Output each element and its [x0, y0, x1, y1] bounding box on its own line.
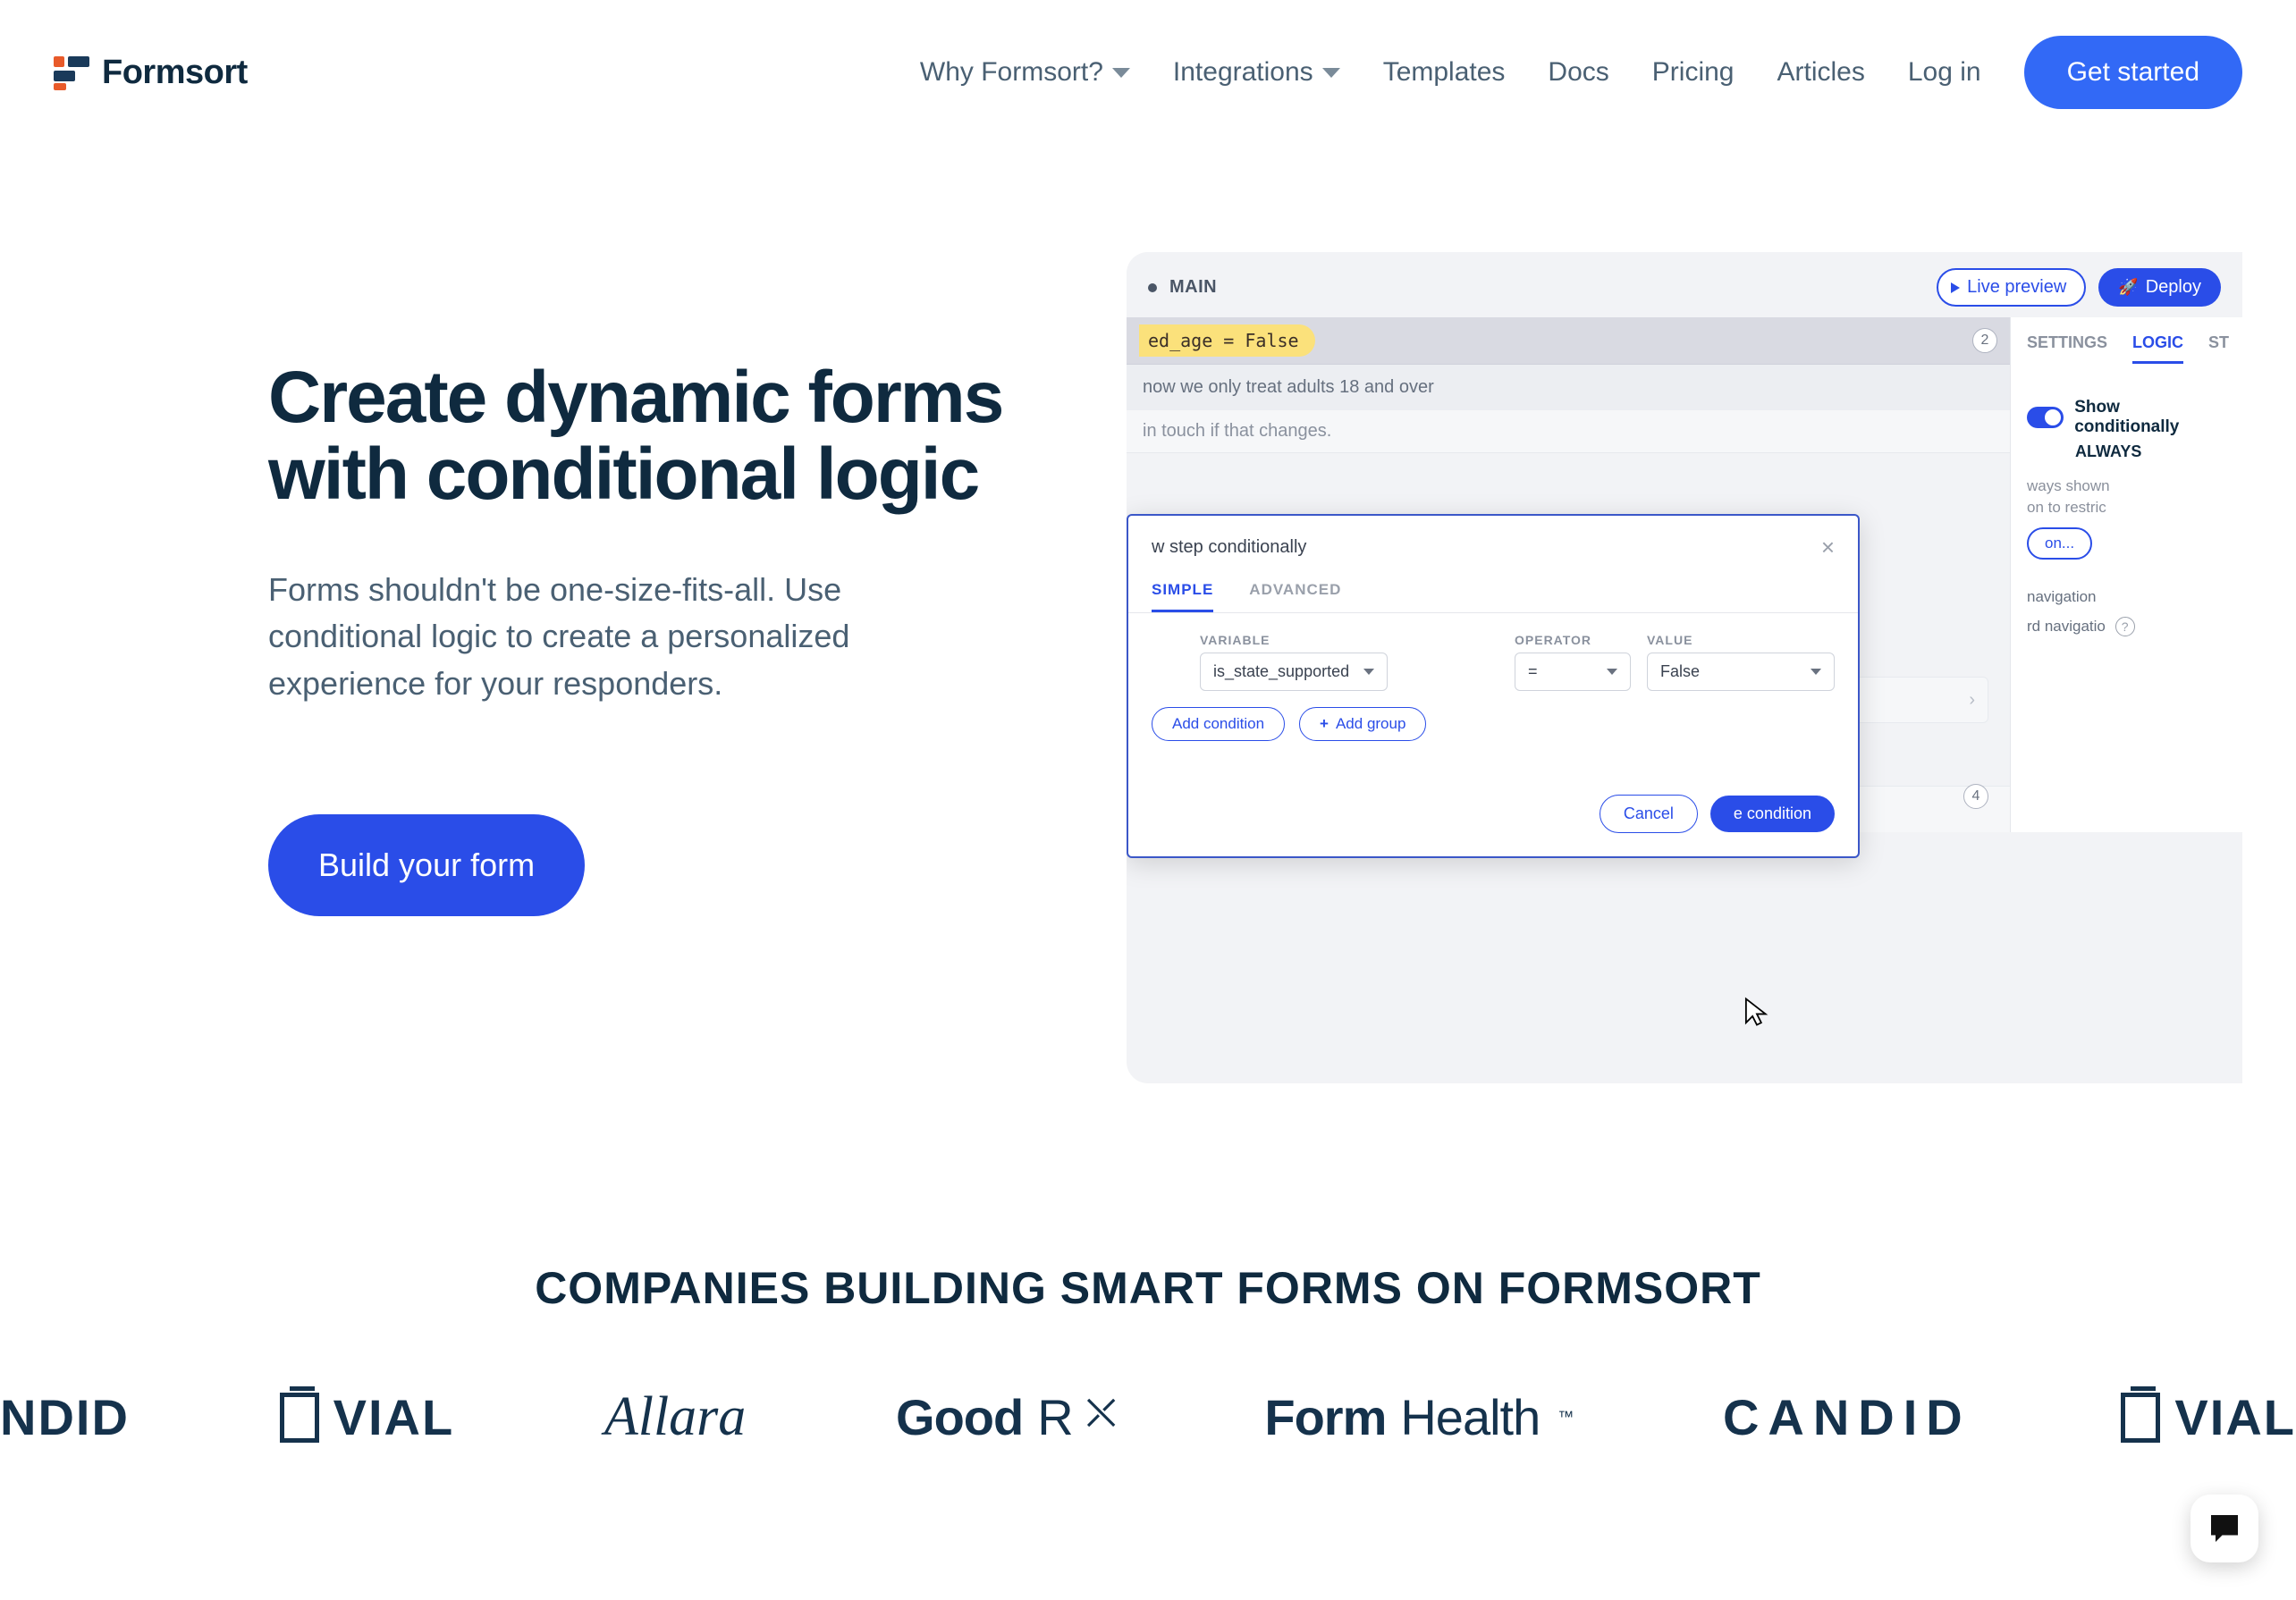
operator-label: OPERATOR: [1515, 633, 1631, 647]
play-icon: [1951, 282, 1960, 293]
hero-screenshot: MAIN Live preview 🚀 Deploy ed_ag: [1127, 252, 2242, 1083]
nav-integrations[interactable]: Integrations: [1173, 57, 1340, 88]
side-note: ways shown on to restric: [2027, 476, 2226, 518]
step-count-badge: 2: [1972, 328, 1997, 353]
value-label: VALUE: [1647, 633, 1835, 647]
plus-icon: +: [1320, 715, 1329, 733]
logo-strip: NDID VIAL Allara GoodR⤬ FormHealth™ CAND…: [0, 1314, 2296, 1449]
mock-topbar: MAIN Live preview 🚀 Deploy: [1127, 252, 2242, 317]
live-preview-button[interactable]: Live preview: [1937, 268, 2086, 307]
deploy-button[interactable]: 🚀 Deploy: [2098, 268, 2221, 307]
hero-section: Create dynamic forms with conditional lo…: [0, 145, 2296, 1137]
variable-label: VARIABLE: [1200, 633, 1498, 647]
chevron-down-icon: [1811, 669, 1821, 675]
mock-main-panel: ed_age = False 2 now we only treat adult…: [1127, 317, 2010, 832]
tab-logic[interactable]: LOGIC: [2132, 333, 2183, 364]
chevron-down-icon: [1607, 669, 1617, 675]
nav-label: Why Formsort?: [920, 57, 1103, 88]
chevron-right-icon: ›: [1969, 690, 1975, 711]
faint-text: in touch if that changes.: [1127, 410, 2010, 453]
chat-icon: [2207, 1511, 2242, 1546]
select-value: is_state_supported: [1213, 662, 1349, 681]
nav-label: Integrations: [1173, 57, 1313, 88]
show-conditionally-toggle[interactable]: [2027, 407, 2064, 428]
company-logo-candid-partial: NDID: [0, 1388, 130, 1446]
live-preview-label: Live preview: [1967, 277, 2066, 298]
brand-name: Formsort: [102, 54, 248, 92]
cursor-icon: [1743, 997, 1770, 1027]
side-nav-item: navigation: [2027, 583, 2226, 611]
operator-select[interactable]: =: [1515, 653, 1631, 691]
site-header: Formsort Why Formsort? Integrations Temp…: [0, 0, 2296, 145]
chevron-down-icon: [1322, 68, 1340, 78]
companies-section: COMPANIES BUILDING SMART FORMS ON FORMSO…: [0, 1137, 2296, 1449]
company-logo-allara: Allara: [604, 1385, 746, 1449]
tab-advanced[interactable]: ADVANCED: [1249, 581, 1341, 612]
mock-breadcrumb: MAIN: [1148, 277, 1217, 298]
company-logo-formhealth: FormHealth™: [1264, 1388, 1573, 1446]
step-count-badge: 4: [1963, 784, 1988, 809]
value-select[interactable]: False: [1647, 653, 1835, 691]
main-nav: Why Formsort? Integrations Templates Doc…: [920, 36, 2242, 109]
chevron-down-icon: [1112, 68, 1130, 78]
build-form-button[interactable]: Build your form: [268, 814, 585, 916]
nav-articles[interactable]: Articles: [1777, 57, 1864, 88]
side-chip[interactable]: on...: [2027, 527, 2092, 560]
save-condition-button[interactable]: e condition: [1710, 796, 1835, 832]
rx-icon: ⤬: [1087, 1394, 1115, 1434]
vial-box-icon: [2121, 1393, 2160, 1443]
help-icon[interactable]: ?: [2115, 617, 2135, 636]
hero-description: Forms shouldn't be one-size-fits-all. Us…: [268, 567, 1001, 707]
side-nav-item: rd navigatio ?: [2027, 611, 2226, 642]
add-condition-button[interactable]: Add condition: [1152, 707, 1285, 741]
tab-simple[interactable]: SIMPLE: [1152, 581, 1213, 612]
select-value: =: [1528, 662, 1538, 681]
hero-copy: Create dynamic forms with conditional lo…: [268, 252, 1073, 916]
hero-title: Create dynamic forms with conditional lo…: [268, 359, 1073, 513]
get-started-button[interactable]: Get started: [2024, 36, 2242, 109]
chip-label: Add group: [1336, 715, 1405, 733]
add-group-button[interactable]: + Add group: [1299, 707, 1426, 741]
nav-login[interactable]: Log in: [1908, 57, 1981, 88]
tab-st[interactable]: ST: [2208, 333, 2229, 364]
always-label: ALWAYS: [2075, 442, 2226, 461]
toggle-label: Show conditionally: [2074, 398, 2226, 437]
logic-chip: ed_age = False: [1139, 324, 1315, 357]
deploy-label: Deploy: [2146, 277, 2201, 298]
main-label: MAIN: [1169, 277, 1217, 298]
close-icon[interactable]: ×: [1821, 534, 1835, 561]
variable-select[interactable]: is_state_supported: [1200, 653, 1388, 691]
chat-widget-button[interactable]: [2190, 1495, 2258, 1562]
mock-side-panel: SETTINGS LOGIC ST Show conditionally ALW…: [2010, 317, 2242, 832]
info-text: now we only treat adults 18 and over: [1127, 365, 2010, 410]
nav-docs[interactable]: Docs: [1548, 57, 1608, 88]
company-logo-vial-2: VIAL: [2121, 1388, 2296, 1446]
company-logo-goodrx: GoodR⤬: [896, 1388, 1115, 1446]
companies-title: COMPANIES BUILDING SMART FORMS ON FORMSO…: [0, 1262, 2296, 1314]
rocket-icon: 🚀: [2118, 278, 2138, 297]
tab-settings[interactable]: SETTINGS: [2027, 333, 2107, 364]
condition-modal: w step conditionally × SIMPLE ADVANCED V…: [1127, 514, 1860, 858]
app-mock: MAIN Live preview 🚀 Deploy ed_ag: [1127, 252, 2242, 1083]
dot-icon: [1148, 283, 1157, 292]
nav-pricing[interactable]: Pricing: [1652, 57, 1735, 88]
modal-title: w step conditionally: [1152, 537, 1306, 558]
cancel-button[interactable]: Cancel: [1600, 795, 1698, 833]
vial-box-icon: [280, 1393, 319, 1443]
brand-logo[interactable]: Formsort: [54, 54, 248, 92]
chevron-down-icon: [1363, 669, 1374, 675]
company-logo-candid: CANDID: [1723, 1388, 1971, 1446]
logo-mark-icon: [54, 55, 89, 90]
nav-why-formsort[interactable]: Why Formsort?: [920, 57, 1130, 88]
chip-label: Add condition: [1172, 715, 1264, 733]
nav-templates[interactable]: Templates: [1383, 57, 1506, 88]
select-value: False: [1660, 662, 1700, 681]
company-logo-vial: VIAL: [280, 1388, 455, 1446]
